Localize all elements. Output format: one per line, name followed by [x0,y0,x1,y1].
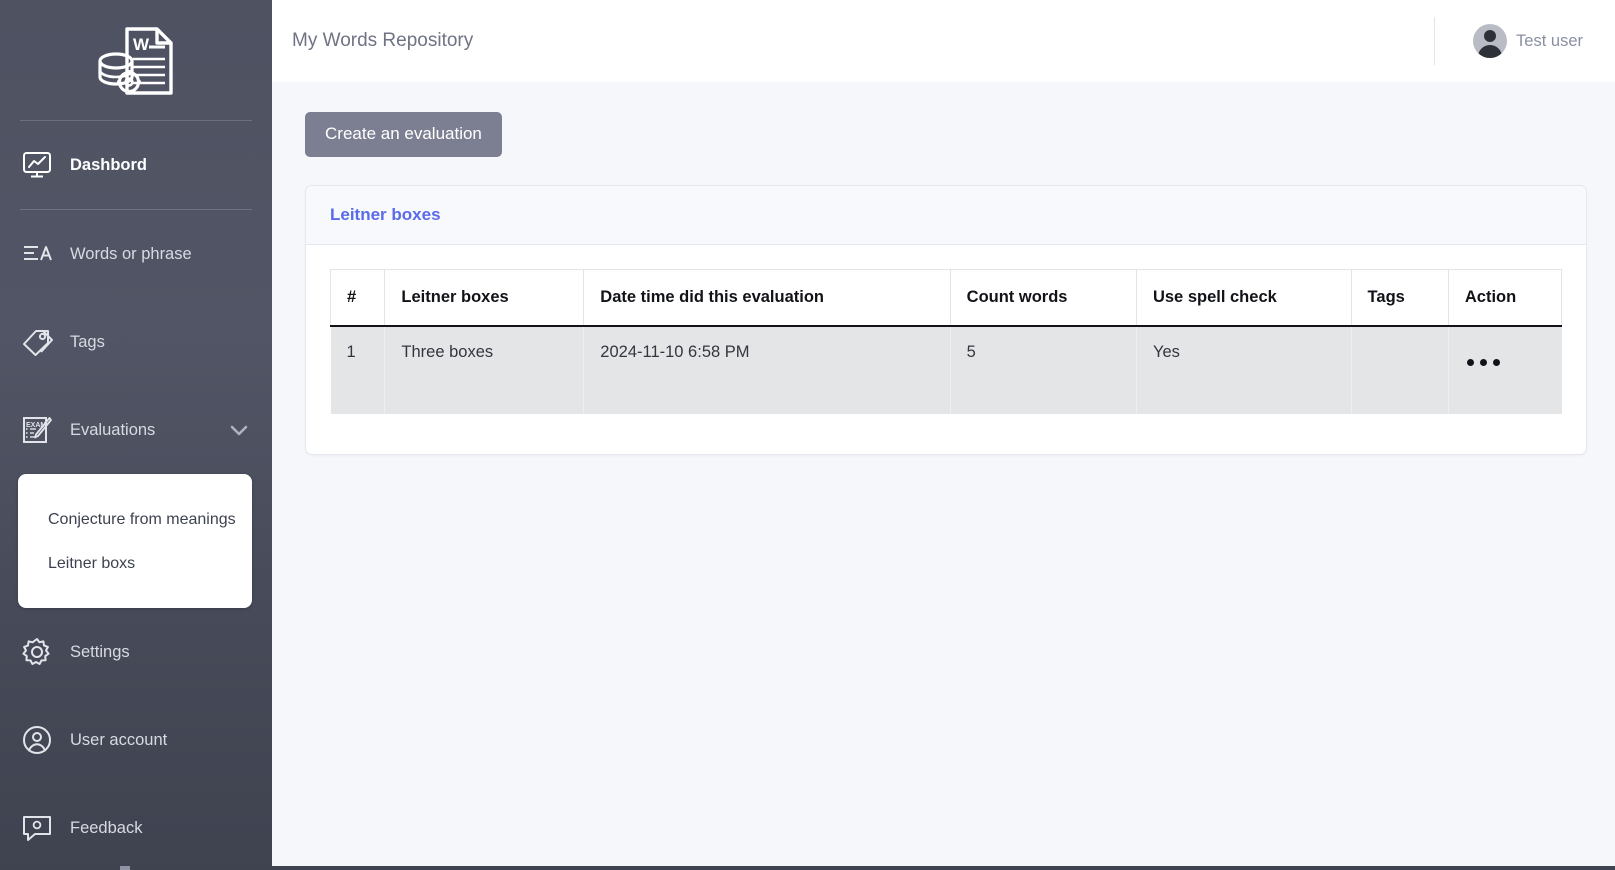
sidebar-item-settings[interactable]: Settings [0,608,272,696]
column-header-number: # [329,268,386,327]
svg-text:W: W [133,35,150,54]
cell-number: 1 [330,325,386,414]
cell-datetime: 2024-11-10 6:58 PM [583,325,951,414]
monitor-chart-icon [20,148,54,182]
cell-tags [1351,325,1449,414]
cell-count-words: 5 [950,325,1137,414]
sidebar-item-label: Feedback [70,818,143,837]
app-logo[interactable]: W [0,0,272,120]
submenu-item-label: Leitner boxs [48,555,136,572]
sidebar-item-tags[interactable]: Tags [0,298,272,386]
sidebar-item-label: Settings [70,642,130,661]
user-circle-icon [20,723,54,757]
cell-leitner-box-name: Three boxes [384,325,585,414]
column-header-action: Action [1447,268,1563,327]
column-header-use-spell-check: Use spell check [1135,268,1352,327]
leitner-boxes-card: Leitner boxes # Leitner boxes Date time … [305,184,1587,455]
sidebar-item-feedback[interactable]: Feedback [0,784,272,870]
chevron-down-icon[interactable] [230,421,248,439]
sidebar-item-label: Dashbord [70,155,148,174]
cell-action [1448,325,1562,414]
table-body: 1 Three boxes 2024-11-10 6:58 PM 5 Yes [330,325,1562,414]
ellipsis-icon[interactable] [1465,355,1502,370]
sidebar-item-label: User account [70,730,168,749]
content-region: Create an evaluation Leitner boxes # Lei… [272,82,1615,870]
sidebar-item-label: Tags [70,332,105,351]
card-title-link[interactable]: Leitner boxes [330,205,441,224]
sidebar-item-label: Evaluations [70,420,156,439]
main-area: My Words Repository Test user Create an … [272,0,1615,870]
sidebar-item-dashbord[interactable]: Dashbord [0,121,272,209]
exam-pencil-icon: EXAM [20,413,54,447]
submenu-item-leitner-boxs[interactable]: Leitner boxs [18,542,252,586]
user-menu[interactable]: Test user [1434,17,1583,65]
page-title: My Words Repository [292,30,474,51]
card-body: # Leitner boxes Date time did this evalu… [306,245,1586,454]
evaluations-submenu: Conjecture from meanings Leitner boxs [18,474,252,608]
table-row[interactable]: 1 Three boxes 2024-11-10 6:58 PM 5 Yes [330,325,1562,414]
topbar: My Words Repository Test user [272,0,1615,82]
document-database-gear-logo: W [98,27,173,95]
table-header: # Leitner boxes Date time did this evalu… [329,268,1563,327]
evaluations-table: # Leitner boxes Date time did this evalu… [329,268,1563,414]
text-lines-a-icon [20,237,54,271]
horizontal-scrollbar[interactable] [0,866,1615,870]
column-header-datetime: Date time did this evaluation [583,268,951,327]
sidebar-item-label: Words or phrase [70,244,192,263]
column-header-leitner-boxes: Leitner boxes [384,268,585,327]
app-root: W Dashbord Words or phrase Tags EXAM Eva… [0,0,1615,870]
column-header-tags: Tags [1350,268,1449,327]
tags-icon [20,325,54,359]
gear-icon [20,635,54,669]
submenu-item-label: Conjecture from meanings [48,511,236,528]
user-name-label: Test user [1516,31,1583,50]
card-header: Leitner boxes [306,185,1586,245]
column-header-count-words: Count words [949,268,1137,327]
create-evaluation-button[interactable]: Create an evaluation [305,112,502,157]
avatar [1473,24,1508,58]
sidebar-item-evaluations[interactable]: EXAM Evaluations [0,386,272,474]
sidebar: W Dashbord Words or phrase Tags EXAM Eva… [0,0,272,870]
feedback-icon [20,811,54,845]
sidebar-item-words-or-phrase[interactable]: Words or phrase [0,210,272,298]
scrollbar-thumb[interactable] [120,866,130,870]
sidebar-item-user-account[interactable]: User account [0,696,272,784]
table-header-row: # Leitner boxes Date time did this evalu… [329,268,1563,327]
submenu-item-conjecture-from-meanings[interactable]: Conjecture from meanings [18,498,252,542]
cell-use-spell-check: Yes [1136,325,1352,414]
